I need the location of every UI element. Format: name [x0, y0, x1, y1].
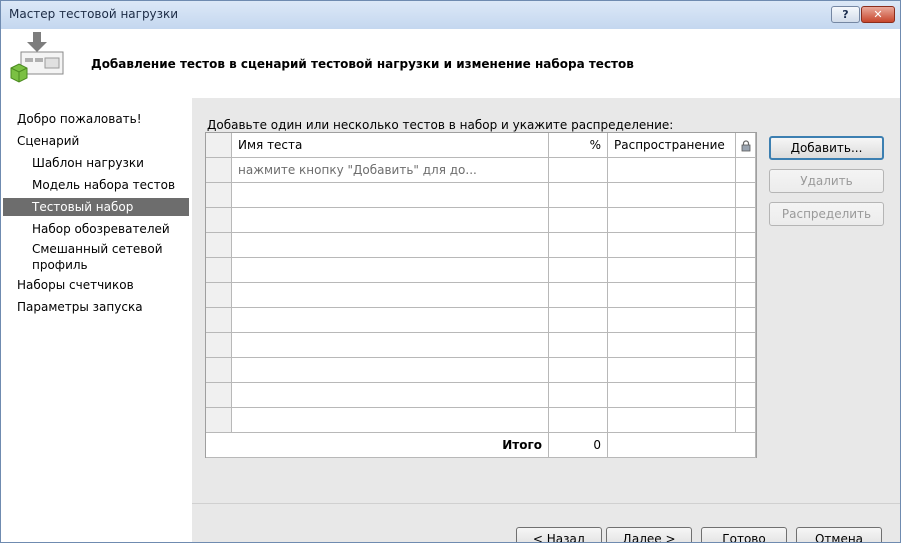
test-name-cell[interactable]: [232, 208, 549, 233]
title-bar: Мастер тестовой нагрузки ? ✕: [1, 1, 900, 29]
remove-button[interactable]: Удалить: [769, 169, 884, 193]
lock-cell[interactable]: [736, 158, 756, 183]
percent-cell[interactable]: [549, 208, 608, 233]
nav-item[interactable]: Сценарий: [3, 132, 189, 150]
distribution-cell[interactable]: [608, 358, 736, 383]
test-name-cell[interactable]: [232, 408, 549, 433]
nav-item[interactable]: Тестовый набор: [3, 198, 189, 216]
finish-button[interactable]: Готово: [701, 527, 787, 542]
row-header[interactable]: [206, 258, 232, 283]
lock-cell[interactable]: [736, 408, 756, 433]
row-header[interactable]: [206, 208, 232, 233]
distribution-cell[interactable]: [608, 208, 736, 233]
distribute-button[interactable]: Распределить: [769, 202, 884, 226]
percent-cell[interactable]: [549, 308, 608, 333]
distribution-cell[interactable]: [608, 333, 736, 358]
column-header-lock[interactable]: [736, 133, 756, 158]
distribution-cell[interactable]: [608, 233, 736, 258]
distribution-cell[interactable]: [608, 258, 736, 283]
row-header[interactable]: [206, 283, 232, 308]
column-header-test-name[interactable]: Имя теста: [232, 133, 549, 158]
test-name-cell[interactable]: [232, 183, 549, 208]
percent-cell[interactable]: [549, 408, 608, 433]
test-mix-grid[interactable]: Имя теста% Распространение нажмите кнопку …: [205, 132, 757, 458]
lock-cell[interactable]: [736, 233, 756, 258]
nav-item[interactable]: Параметры запуска: [3, 298, 189, 316]
nav-item[interactable]: Смешанный сетевой профиль: [3, 241, 189, 275]
instruction-text: Добавьте один или несколько тестов в наб…: [207, 118, 674, 132]
row-header[interactable]: [206, 383, 232, 408]
page-title: Добавление тестов в сценарий тестовой на…: [91, 57, 634, 71]
percent-cell[interactable]: [549, 158, 608, 183]
test-name-cell[interactable]: [232, 308, 549, 333]
distribution-cell[interactable]: [608, 383, 736, 408]
lock-cell[interactable]: [736, 358, 756, 383]
percent-cell[interactable]: [549, 233, 608, 258]
lock-cell[interactable]: [736, 208, 756, 233]
lock-cell[interactable]: [736, 383, 756, 408]
window-title: Мастер тестовой нагрузки: [9, 7, 179, 21]
wizard-load-test-icon: [10, 32, 64, 83]
footer-divider: [192, 503, 900, 504]
row-header[interactable]: [206, 183, 232, 208]
test-name-cell[interactable]: [232, 233, 549, 258]
lock-cell[interactable]: [736, 333, 756, 358]
lock-cell[interactable]: [736, 308, 756, 333]
distribution-cell[interactable]: [608, 283, 736, 308]
row-header[interactable]: [206, 333, 232, 358]
distribution-cell[interactable]: [608, 408, 736, 433]
row-header[interactable]: [206, 358, 232, 383]
test-name-cell[interactable]: [232, 283, 549, 308]
wizard-content: Добавление тестов в сценарий тестовой на…: [1, 29, 900, 542]
column-header-percent[interactable]: %: [549, 133, 608, 158]
row-header[interactable]: [206, 158, 232, 183]
wizard-window: Мастер тестовой нагрузки ? ✕ Добавление …: [0, 0, 901, 543]
distribution-cell[interactable]: [608, 158, 736, 183]
nav-item[interactable]: Наборы счетчиков: [3, 276, 189, 294]
test-name-cell[interactable]: [232, 358, 549, 383]
add-button[interactable]: Добавить...: [769, 136, 884, 160]
help-button[interactable]: ?: [831, 6, 860, 23]
row-header[interactable]: [206, 408, 232, 433]
grid-corner: [206, 133, 232, 158]
distribution-cell[interactable]: [608, 183, 736, 208]
percent-cell[interactable]: [549, 283, 608, 308]
nav-item[interactable]: Шаблон нагрузки: [3, 154, 189, 172]
row-header[interactable]: [206, 233, 232, 258]
test-name-cell[interactable]: [232, 383, 549, 408]
total-row-filler: [608, 433, 756, 458]
distribution-cell[interactable]: [608, 308, 736, 333]
wizard-header: Добавление тестов в сценарий тестовой на…: [1, 29, 900, 98]
row-header[interactable]: [206, 308, 232, 333]
nav-item[interactable]: Модель набора тестов: [3, 176, 189, 194]
total-label: Итого: [206, 433, 549, 458]
placeholder-cell[interactable]: нажмите кнопку "Добавить" для до...: [232, 158, 549, 183]
lock-cell[interactable]: [736, 283, 756, 308]
total-value: 0: [549, 433, 608, 458]
back-button[interactable]: < Назад: [516, 527, 602, 542]
percent-cell[interactable]: [549, 183, 608, 208]
column-header-distribution[interactable]: Распространение: [608, 133, 736, 158]
percent-cell[interactable]: [549, 358, 608, 383]
lock-cell[interactable]: [736, 258, 756, 283]
test-name-cell[interactable]: [232, 258, 549, 283]
nav-item[interactable]: Набор обозревателей: [3, 220, 189, 238]
percent-cell[interactable]: [549, 258, 608, 283]
next-button[interactable]: Далее >: [606, 527, 692, 542]
main-panel: Добавьте один или несколько тестов в наб…: [192, 98, 900, 542]
test-name-cell[interactable]: [232, 333, 549, 358]
lock-cell[interactable]: [736, 183, 756, 208]
close-button[interactable]: ✕: [861, 6, 895, 23]
lock-icon: [741, 140, 751, 152]
cancel-button[interactable]: Отмена: [796, 527, 882, 542]
percent-cell[interactable]: [549, 383, 608, 408]
nav-item[interactable]: Добро пожаловать!: [3, 110, 189, 128]
wizard-step-nav: Добро пожаловать! Сценарий Шаблон нагрузки…: [1, 98, 191, 542]
percent-cell[interactable]: [549, 333, 608, 358]
